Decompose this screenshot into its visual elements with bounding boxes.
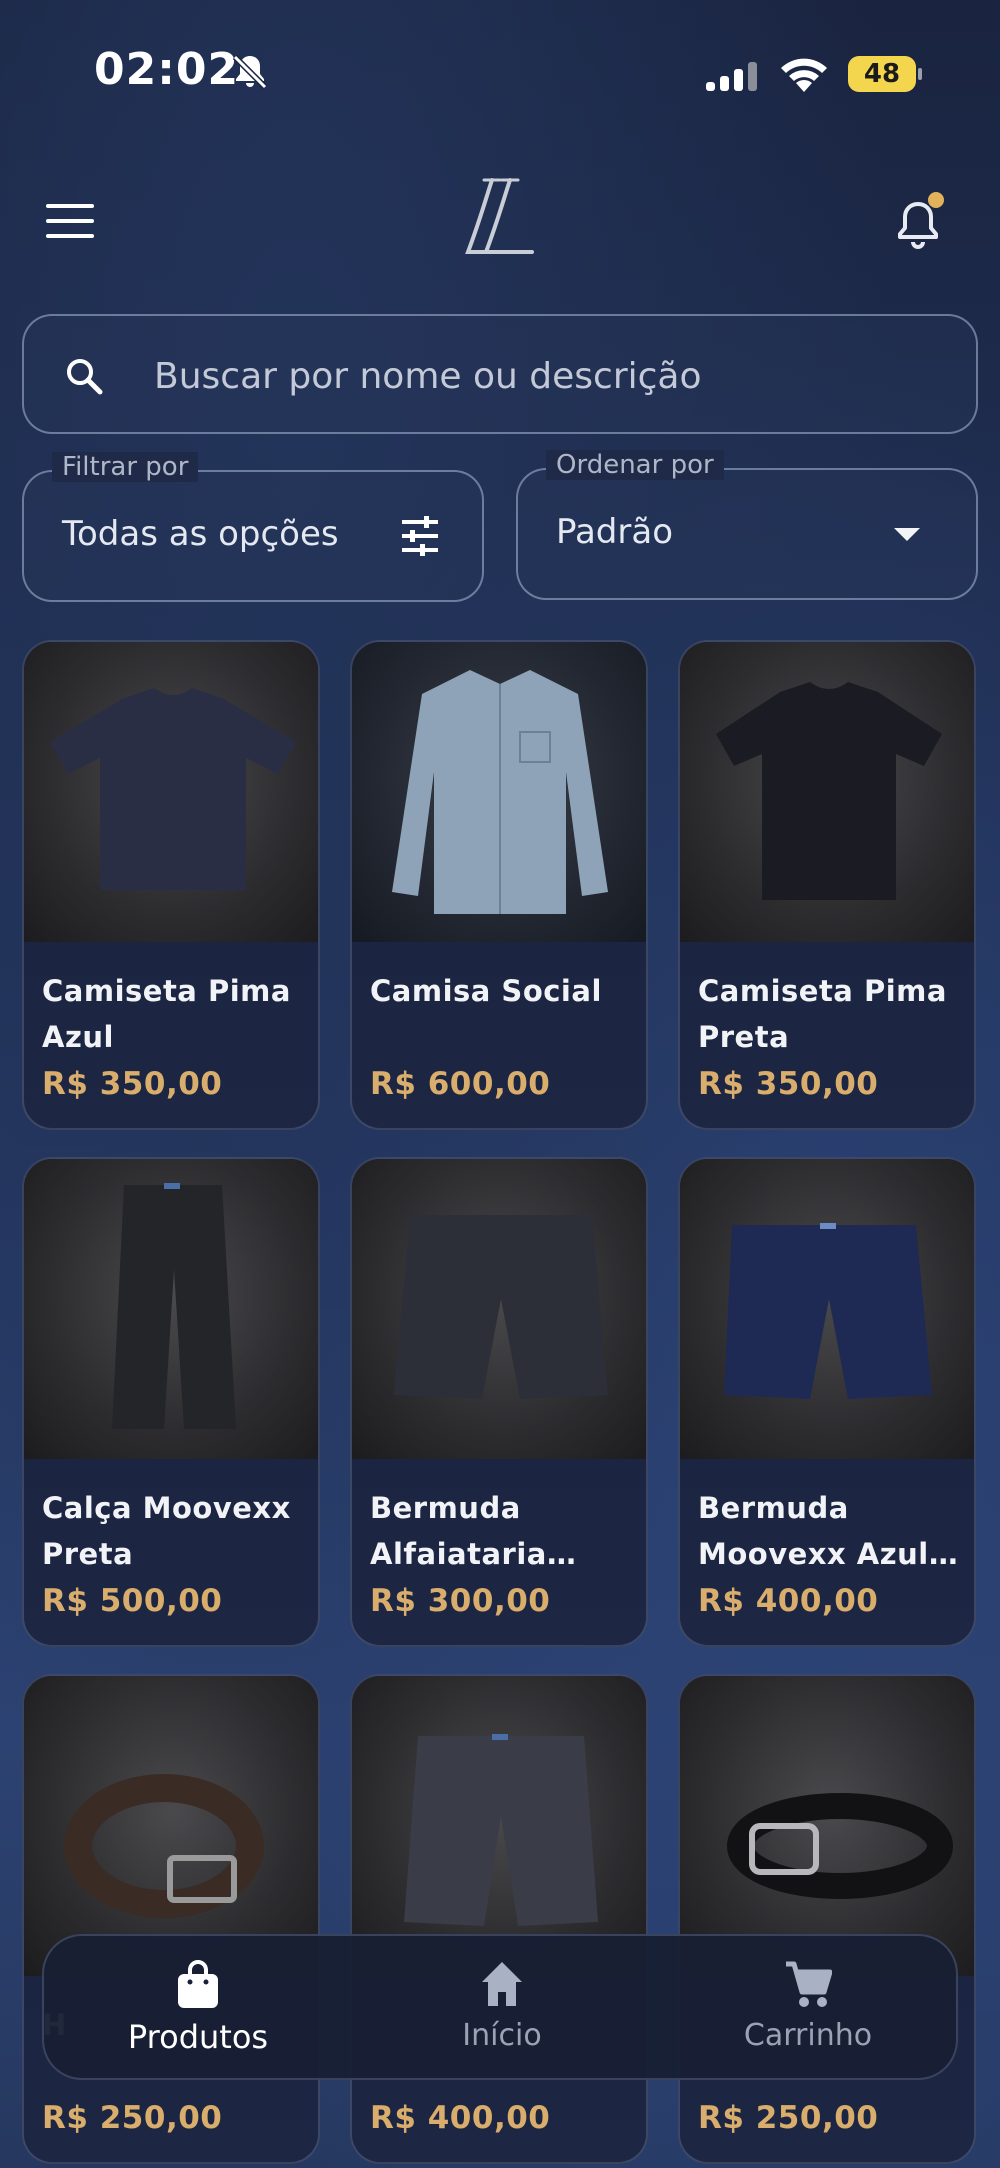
product-image — [24, 642, 318, 942]
product-image — [680, 642, 974, 942]
product-name: Camiseta Pima Azul — [42, 974, 291, 1054]
sort-label: Ordenar por — [546, 450, 724, 480]
product-price: R$ 600,00 — [370, 1066, 551, 1102]
product-card[interactable]: Camiseta Pima Preta R$ 350,00 — [678, 640, 976, 1130]
search-input[interactable] — [154, 346, 934, 406]
product-image — [680, 1159, 974, 1459]
product-card[interactable]: R$ 250,00 — [678, 1674, 976, 2164]
product-image — [24, 1159, 318, 1459]
sort-value: Padrão — [556, 512, 674, 552]
filter-value: Todas as opções — [62, 514, 339, 554]
product-price: R$ 350,00 — [698, 1066, 879, 1102]
tune-icon[interactable] — [398, 514, 442, 558]
product-name: Calça Moovexx Preta — [42, 1491, 291, 1571]
product-price: R$ 300,00 — [370, 1583, 551, 1619]
filter-label: Filtrar por — [52, 452, 199, 482]
shopping-bag-icon — [178, 1960, 218, 2008]
menu-icon[interactable] — [46, 204, 96, 240]
product-card[interactable]: Camiseta Pima Azul R$ 350,00 — [22, 640, 320, 1130]
product-name: Bermuda Moovexx Azul … — [698, 1491, 929, 1571]
cart-icon — [786, 1961, 832, 2007]
product-image — [352, 1159, 646, 1459]
search-bar[interactable] — [22, 314, 978, 434]
product-price: R$ 350,00 — [42, 1066, 223, 1102]
nav-label: Início — [462, 2018, 542, 2053]
bottom-navigation: Produtos Início Carrinho — [42, 1934, 958, 2080]
product-image — [352, 1676, 646, 1976]
dropdown-arrow-icon — [894, 528, 920, 541]
signal-icon — [706, 62, 757, 91]
product-card[interactable]: Bermuda Moovexx Azul … R$ 400,00 — [678, 1157, 976, 1647]
nav-inicio[interactable]: Início — [382, 1936, 622, 2082]
wifi-icon — [781, 58, 827, 92]
product-card[interactable]: R$ 400,00 — [350, 1674, 648, 2164]
battery-indicator: 48 — [848, 56, 922, 92]
product-card[interactable]: Calça Moovexx Preta R$ 500,00 — [22, 1157, 320, 1647]
nav-label: Carrinho — [743, 2018, 873, 2053]
filter-select[interactable]: Filtrar por Todas as opções — [22, 452, 484, 602]
product-card[interactable]: H R$ 250,00 — [22, 1674, 320, 2164]
nav-label: Produtos — [127, 2018, 269, 2056]
sort-select[interactable]: Ordenar por Padrão — [516, 450, 978, 600]
brand-logo[interactable] — [440, 168, 560, 268]
nav-carrinho[interactable]: Carrinho — [688, 1936, 928, 2082]
product-image — [680, 1676, 974, 1976]
product-price: R$ 500,00 — [42, 1583, 223, 1619]
product-card[interactable]: Bermuda Alfaiataria Chu… R$ 300,00 — [350, 1157, 648, 1647]
product-name: Camisa Social — [370, 974, 602, 1008]
home-icon — [482, 1962, 522, 2006]
status-bar: 02:02 48 — [0, 0, 1000, 140]
nav-produtos[interactable]: Produtos — [78, 1936, 318, 2082]
product-price: R$ 400,00 — [698, 1583, 879, 1619]
product-name: Bermuda Alfaiataria Chu… — [370, 1491, 547, 1571]
product-price: R$ 250,00 — [42, 2100, 223, 2136]
status-time: 02:02 — [94, 44, 240, 95]
notification-dot — [928, 192, 944, 208]
product-price: R$ 400,00 — [370, 2100, 551, 2136]
product-name: Camiseta Pima Preta — [698, 974, 947, 1054]
product-price: R$ 250,00 — [698, 2100, 879, 2136]
product-card[interactable]: Camisa Social R$ 600,00 — [350, 640, 648, 1130]
product-image — [24, 1676, 318, 1976]
bell-icon[interactable] — [894, 192, 946, 252]
bell-off-icon — [232, 54, 268, 90]
search-icon — [67, 359, 103, 395]
product-image — [352, 642, 646, 942]
